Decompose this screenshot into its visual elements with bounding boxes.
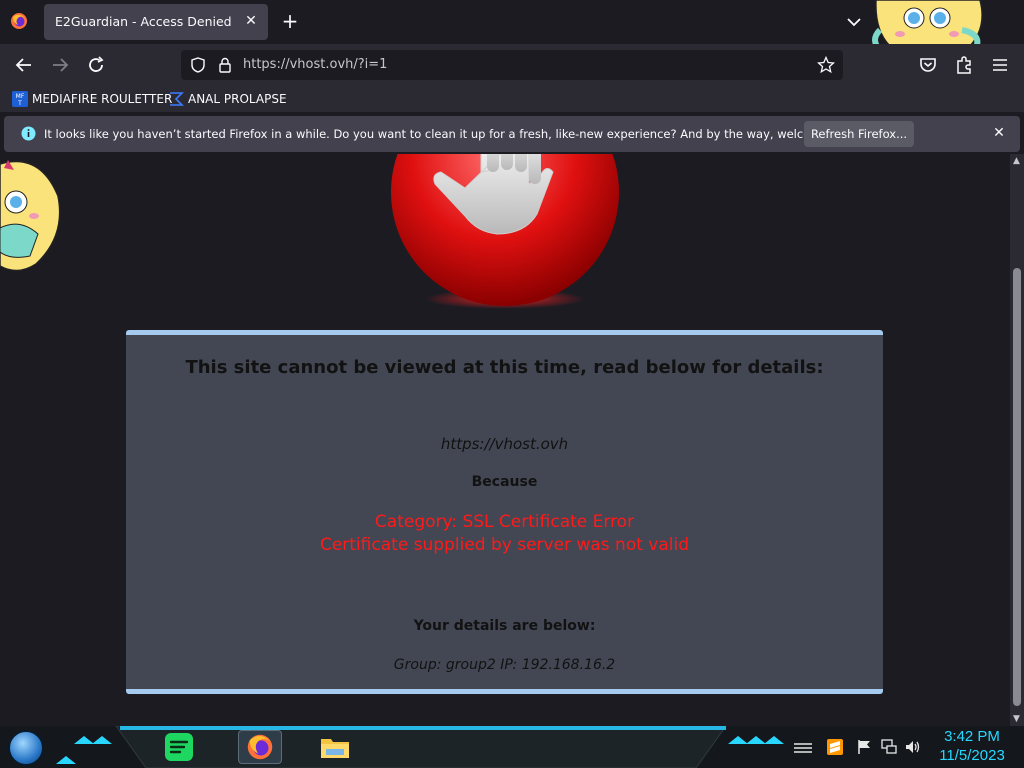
because-label: Because [471,474,538,490]
access-denied-panel: This site cannot be viewed at this time,… [126,330,883,694]
flag-icon[interactable] [856,738,874,756]
new-tab-button[interactable]: + [280,11,300,31]
page-title: This site cannot be viewed at this time,… [185,357,824,378]
page-scrollbar[interactable]: ▲ ▼ [1010,154,1024,726]
firefox-icon [247,734,273,760]
bookmark-sigma[interactable]: ANAL PROLAPSE [168,89,287,109]
hamburger-menu-icon[interactable] [988,53,1012,77]
taskbar-decoration [56,726,727,768]
sublime-text-icon[interactable] [826,738,844,756]
back-arrow-icon[interactable] [12,53,36,77]
taskbar-file-explorer[interactable] [318,730,352,764]
stop-hand-icon [391,154,619,309]
reload-icon[interactable] [84,53,108,77]
info-icon [21,126,36,141]
sigma-icon [170,92,184,106]
navigation-toolbar: https://vhost.ovh/?i=1 [0,44,1024,86]
bookmarks-toolbar: MF T MEDIAFIRE ROULETTER ANAL PROLAPSE [0,86,1024,112]
bookmark-mediafire[interactable]: MF T MEDIAFIRE ROULETTER [12,89,172,109]
url-bar[interactable]: https://vhost.ovh/?i=1 [181,50,843,80]
block-reason: Certificate supplied by server was not v… [319,535,690,555]
svg-text:MF: MF [16,93,25,100]
tab-access-denied[interactable]: E2Guardian - Access Denied ✕ [44,4,268,40]
file-explorer-icon [321,739,349,758]
start-button[interactable] [8,730,44,766]
spotify-icon [165,733,193,761]
taskbar: 3:42 PM 11/5/2023 [0,726,1024,768]
svg-text:T: T [17,100,22,107]
pocket-icon[interactable] [916,53,940,77]
taskbar-firefox[interactable] [238,730,282,764]
network-icon[interactable] [880,738,898,756]
url-text[interactable]: https://vhost.ovh/?i=1 [243,57,387,72]
volume-icon[interactable] [904,738,922,756]
details-heading: Your details are below: [413,618,596,634]
chevron-down-icon[interactable] [844,12,864,32]
lock-icon[interactable] [216,56,234,74]
taskbar-spotify[interactable] [162,730,196,764]
user-details: Group: group2 IP: 192.168.16.2 [393,657,616,673]
sticker-decoration [0,160,61,272]
bookmark-star-icon[interactable] [817,56,835,74]
notification-bar: It looks like you haven’t started Firefo… [4,116,1020,152]
scroll-thumb[interactable] [1013,268,1021,706]
shield-icon[interactable] [189,56,207,74]
tab-title: E2Guardian - Access Denied [55,14,232,29]
bookmark-label: ANAL PROLAPSE [188,92,287,106]
close-tab-icon[interactable]: ✕ [242,12,260,30]
scroll-up-icon[interactable]: ▲ [1013,156,1020,166]
page-content: This site cannot be viewed at this time,… [0,154,1010,726]
show-desktop-icon[interactable] [792,740,814,756]
notification-message: It looks like you haven’t started Firefo… [44,127,865,141]
close-notification-icon[interactable]: ✕ [990,124,1008,142]
mediafire-icon: MF T [12,91,28,107]
bookmark-label: MEDIAFIRE ROULETTER [32,92,173,106]
clock-date[interactable]: 11/5/2023 [930,747,1014,764]
block-category: Category: SSL Certificate Error [374,512,635,532]
extensions-icon[interactable] [952,53,976,77]
refresh-firefox-button[interactable]: Refresh Firefox... [804,121,914,147]
clock-time[interactable]: 3:42 PM [930,728,1014,745]
forward-arrow-icon[interactable] [48,53,72,77]
firefox-icon [11,13,27,29]
blocked-url: https://vhost.ovh [440,435,569,453]
scroll-down-icon[interactable]: ▼ [1013,714,1020,724]
